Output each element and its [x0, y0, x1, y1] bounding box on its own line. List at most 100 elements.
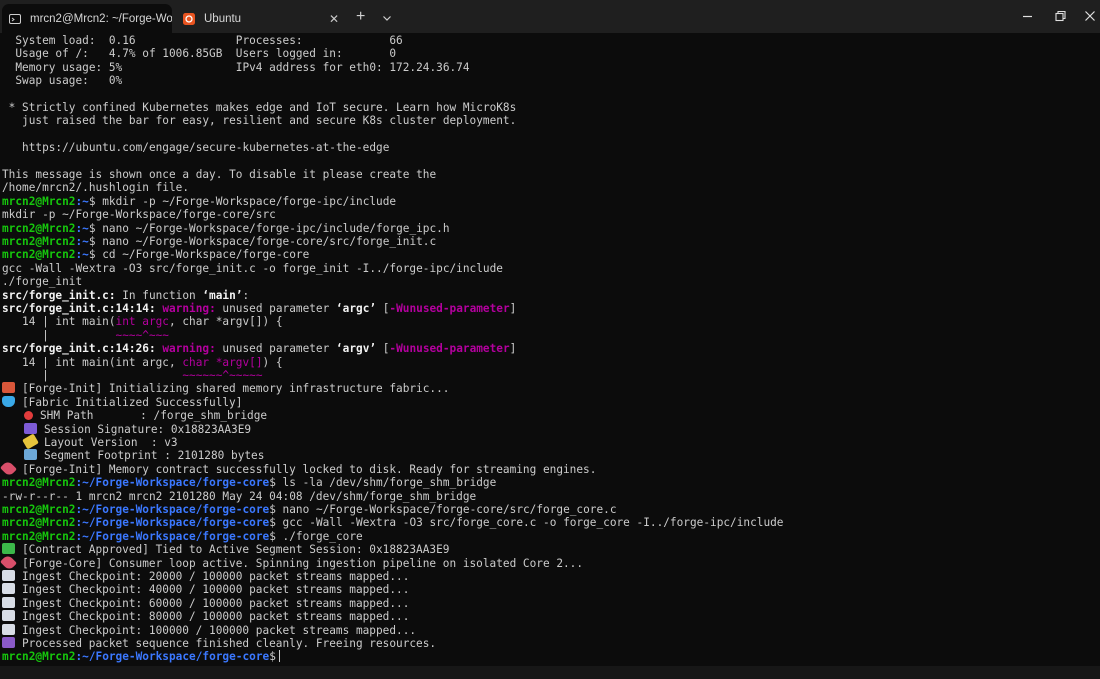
gcc-text: ] [509, 342, 517, 356]
gcc-text: unused parameter [215, 342, 336, 356]
new-tab-button[interactable]: + [356, 9, 365, 25]
command-text: gcc -Wall -Wextra -O3 src/forge_core.c -… [275, 516, 784, 530]
prompt-sign: $ [269, 516, 276, 530]
gcc-marker: ~~~~~~^~~~~~ [182, 369, 263, 382]
command-line: mrcn2@Mrcn2:~/Forge-Workspace/forge-core… [2, 516, 783, 529]
prompt-user: mrcn2@Mrcn2 [2, 221, 76, 235]
motd-line: Memory usage: 5% IPv4 address for eth0: … [2, 60, 470, 74]
command-line: mrcn2@Mrcn2:~/Forge-Workspace/forge-core… [2, 503, 617, 516]
command-line: mrcn2@Mrcn2:~$ nano ~/Forge-Workspace/fo… [2, 222, 450, 235]
gcc-gutter: | [2, 369, 183, 382]
command-text: ./forge_core [275, 529, 363, 543]
prompt-path: :~/Forge-Workspace/forge-core [75, 650, 270, 664]
gcc-text: unused parameter [215, 302, 336, 315]
prompt-path: :~/Forge-Workspace/forge-core [75, 503, 270, 516]
gcc-file: src/forge_init.c: [2, 288, 116, 302]
warning-label: warning: [162, 302, 216, 315]
prompt-user: mrcn2@Mrcn2 [2, 503, 76, 516]
minimize-icon[interactable] [1020, 8, 1036, 24]
motd-line: /home/mrcn2/.hushlogin file. [2, 181, 190, 195]
core-output-line: [Forge-Core] Consumer loop active. Spinn… [0, 553, 583, 571]
core-output-line: Ingest Checkpoint: 80000 / 100000 packet… [2, 610, 409, 623]
tab-ubuntu[interactable]: Ubuntu ✕ [176, 4, 348, 33]
floppy-disk-icon [2, 637, 15, 648]
id-icon [24, 422, 37, 434]
prompt-user: mrcn2@Mrcn2 [2, 650, 76, 664]
command-line: mrcn2@Mrcn2:~/Forge-Workspace/forge-core… [2, 476, 496, 489]
brick-icon [2, 382, 15, 394]
prompt-sign: $ [269, 529, 276, 543]
output-line: gcc -Wall -Wextra -O3 src/forge_init.c -… [2, 261, 503, 275]
prompt-user: mrcn2@Mrcn2 [2, 194, 76, 208]
text-cursor [278, 650, 280, 663]
chart-increasing-icon [2, 623, 15, 635]
gcc-text: ] [509, 302, 517, 315]
init-output-line: SHM Path : /forge_shm_bridge [2, 409, 267, 422]
tab-label: mrcn2@Mrcn2: ~/Forge-Worl [30, 12, 172, 25]
chart-increasing-icon [2, 596, 15, 608]
command-line: mrcn2@Mrcn2:~$ cd ~/Forge-Workspace/forg… [2, 248, 309, 261]
prompt-user: mrcn2@Mrcn2 [2, 476, 76, 490]
gcc-location: src/forge_init.c:14:14: [2, 302, 156, 315]
tab-label: Ubuntu [204, 12, 242, 25]
gcc-function-name: ‘main’ [202, 288, 243, 302]
gcc-text: [ [376, 302, 390, 315]
gcc-marker-line: | ~~~~^~~~ [2, 329, 169, 342]
core-output-line: [Contract Approved] Tied to Active Segme… [2, 543, 449, 556]
gcc-highlight: char *argv[] [182, 355, 263, 369]
motd-line: just raised the bar for easy, resilient … [2, 114, 517, 128]
command-text: nano ~/Forge-Workspace/forge-ipc/include… [95, 221, 450, 235]
init-output-line: Segment Footprint : 2101280 bytes [2, 449, 264, 462]
prompt-path: :~/Forge-Workspace/forge-core [75, 529, 270, 543]
tab-terminal-active[interactable]: mrcn2@Mrcn2: ~/Forge-Worl [2, 4, 172, 33]
prompt-user: mrcn2@Mrcn2 [2, 235, 76, 248]
init-output-line: [Forge-Init] Memory contract successfull… [0, 459, 596, 477]
close-tab-icon[interactable]: ✕ [326, 12, 342, 26]
gcc-highlight: int argc [115, 315, 169, 329]
motd-line: This message is shown once a day. To dis… [2, 168, 437, 181]
gcc-gutter: | [2, 328, 116, 342]
command-text: cd ~/Forge-Workspace/forge-core [95, 248, 310, 262]
command-line: mrcn2@Mrcn2:~/Forge-Workspace/forge-core… [2, 530, 363, 543]
check-mark-icon [2, 543, 15, 555]
gcc-source: ) { [262, 355, 283, 369]
gcc-marker: ~~~~^~~~ [115, 328, 169, 342]
command-text: mkdir -p ~/Forge-Workspace/forge-ipc/inc… [95, 194, 397, 208]
gcc-warning-line: src/forge_init.c:14:14: warning: unused … [2, 302, 516, 315]
prompt-sign: $ [269, 650, 276, 664]
prompt-sign: $ [88, 248, 96, 262]
gcc-source: , char *argv[]) { [168, 315, 283, 329]
close-window-icon[interactable] [1082, 8, 1098, 24]
ubuntu-icon [183, 12, 195, 25]
command-text: nano ~/Forge-Workspace/forge-core/src/fo… [95, 235, 437, 248]
gcc-warning-line: src/forge_init.c:14:26: warning: unused … [2, 342, 516, 355]
prompt-path: :~ [75, 194, 89, 208]
terminal-output[interactable]: System load: 0.16 Processes: 66 Usage of… [0, 33, 1100, 666]
bottom-edge [0, 666, 1100, 679]
prompt-sign: $ [88, 194, 96, 208]
init-output-line: Session Signature: 0x18823AA3E9 [2, 422, 251, 436]
init-output-line: [Forge-Init] Initializing shared memory … [2, 382, 449, 395]
prompt-sign: $ [269, 476, 276, 490]
prompt-user: mrcn2@Mrcn2 [2, 248, 76, 262]
core-output-line: Ingest Checkpoint: 40000 / 100000 packet… [2, 583, 409, 596]
motd-line: * Strictly confined Kubernetes makes edg… [2, 101, 517, 114]
gcc-text: : [242, 288, 250, 302]
pin-icon [24, 411, 33, 421]
gcc-source-line: 14 | int main(int argc, char *argv[]) { [2, 356, 283, 369]
warning-label: warning: [162, 342, 216, 356]
motd-link: https://ubuntu.com/engage/secure-kuberne… [2, 141, 390, 155]
command-line: mrcn2@Mrcn2:~$ mkdir -p ~/Forge-Workspac… [2, 195, 396, 208]
init-output-line: Layout Version : v3 [2, 433, 178, 450]
core-output-line: Ingest Checkpoint: 100000 / 100000 packe… [2, 623, 416, 637]
prompt-sign: $ [88, 235, 96, 248]
chevron-down-icon[interactable] [381, 9, 395, 23]
gcc-param: ‘argc’ [335, 302, 377, 315]
rocket-icon [0, 553, 17, 571]
restore-icon[interactable] [1052, 8, 1068, 24]
active-prompt[interactable]: mrcn2@Mrcn2:~/Forge-Workspace/forge-core… [2, 650, 280, 663]
gcc-function-note: src/forge_init.c: In function ‘main’: [2, 289, 249, 302]
label-icon [22, 433, 39, 450]
title-bar: mrcn2@Mrcn2: ~/Forge-Worl Ubuntu ✕ + [0, 0, 1100, 33]
gcc-location: src/forge_init.c:14:26: [2, 342, 156, 356]
